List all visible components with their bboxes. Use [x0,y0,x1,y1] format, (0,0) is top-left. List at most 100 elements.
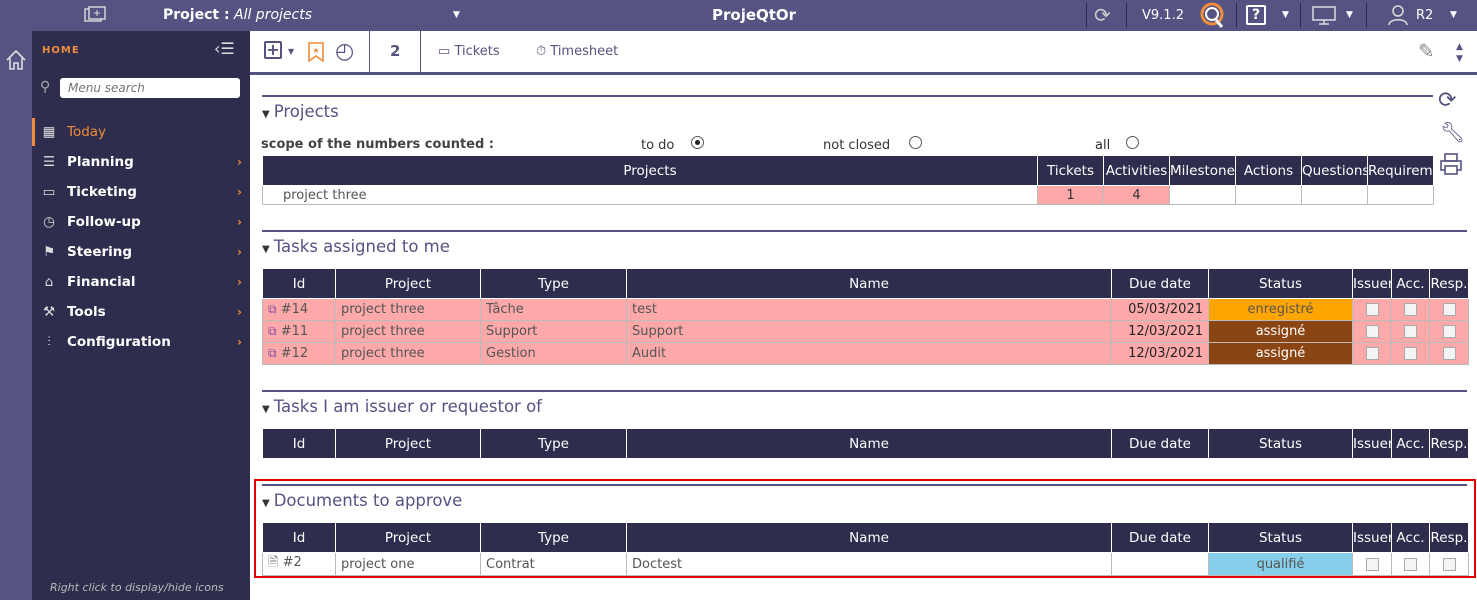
column-header[interactable]: Due date [1111,428,1209,459]
column-header[interactable]: Issuer [1352,522,1392,553]
column-header[interactable]: Milestones [1169,155,1236,186]
timesheet-link[interactable]: ⏱ Timesheet [536,31,618,72]
scope-option-not-closed[interactable]: not closed [823,136,922,153]
table-row[interactable]: ⧉ #11 project three Support Support 12/0… [262,320,1469,343]
sidebar-item-configuration[interactable]: ⫶ Configuration › [32,328,250,356]
column-header[interactable]: Acc. [1391,268,1430,299]
responsible-checkbox[interactable] [1429,342,1469,365]
sidebar-item-planning[interactable]: ☰ Planning › [32,148,250,176]
id-cell[interactable]: ⧉ #11 [262,320,336,343]
issuer-checkbox[interactable] [1352,298,1392,321]
scope-option-all[interactable]: all [1095,136,1139,153]
projects-section-header[interactable]: ▼ Projects [262,101,339,123]
wrench-icon[interactable]: 🔧︎ [1440,120,1465,144]
column-header[interactable]: Due date [1111,268,1209,299]
sliders-icon: ⫶ [47,334,51,350]
column-header[interactable]: Questions [1301,155,1368,186]
column-header[interactable]: Resp. [1429,522,1469,553]
history-icon[interactable]: ◴ [335,31,354,72]
column-header[interactable]: Status [1208,428,1353,459]
id-cell[interactable]: 🗎︎ #2 [262,552,336,576]
refresh-icon[interactable]: ⟳ [1438,88,1456,113]
id-cell[interactable]: ⧉ #14 [262,298,336,321]
responsible-checkbox[interactable] [1429,552,1469,576]
sidebar-item-financial[interactable]: ⌂ Financial › [32,268,250,296]
column-header[interactable]: Resp. [1429,428,1469,459]
column-header[interactable]: Activities [1103,155,1170,186]
home-icon[interactable] [4,48,28,76]
table-row[interactable]: 🗎︎ #2 project one Contrat Doctest qualif… [262,552,1469,576]
sidebar-item-tools[interactable]: ⚒ Tools › [32,298,250,326]
column-header[interactable]: Acc. [1391,522,1430,553]
column-header[interactable]: Name [626,268,1112,299]
calendar-icon: ▦ [42,124,56,140]
menu-search-input[interactable] [60,78,240,98]
column-header[interactable]: Id [262,522,336,553]
pencil-icon[interactable]: ✎ [1418,31,1435,72]
accountable-checkbox[interactable] [1391,552,1430,576]
column-header[interactable]: Name [626,428,1112,459]
tasks-issuer-section-header[interactable]: ▼ Tasks I am issuer or requestor of [262,396,542,418]
user-icon[interactable] [1388,0,1408,31]
column-header[interactable]: Id [262,428,336,459]
id-cell[interactable]: ⧉ #12 [262,342,336,365]
project-cell[interactable]: project three [262,185,1038,205]
table-row[interactable]: ⧉ #14 project three Tâche test 05/03/202… [262,298,1469,321]
column-header[interactable]: Projects [262,155,1038,186]
column-header[interactable]: Actions [1235,155,1302,186]
scroll-arrows-icon[interactable]: ▲ ▼ [1456,31,1463,72]
column-header[interactable]: Project [335,268,481,299]
accountable-checkbox[interactable] [1391,342,1430,365]
responsible-checkbox[interactable] [1429,298,1469,321]
column-header[interactable]: Due date [1111,522,1209,553]
sidebar-item-follow-up[interactable]: ◷ Follow-up › [32,208,250,236]
favorite-icon[interactable]: ★ [307,31,325,72]
table-row[interactable]: project three 1 4 [262,185,1434,205]
collapse-menu-icon[interactable]: ‹☰ [214,39,235,58]
add-chevron-icon[interactable]: ▼ [288,31,294,72]
monitor-icon[interactable] [1312,0,1336,31]
monitor-chevron-icon[interactable]: ▼ [1346,0,1353,31]
window-icon[interactable] [84,0,106,31]
column-header[interactable]: Type [480,522,627,553]
print-icon[interactable] [1439,152,1463,180]
accountable-checkbox[interactable] [1391,320,1430,343]
user-chevron-icon[interactable]: ▼ [1450,0,1457,31]
help-icon[interactable]: ? [1246,0,1266,31]
tasks-assigned-section-header[interactable]: ▼ Tasks assigned to me [262,236,450,258]
column-header[interactable]: Resp. [1429,268,1469,299]
column-header[interactable]: Acc. [1391,428,1430,459]
sidebar-item-today[interactable]: ▦ Today [32,118,250,146]
user-name[interactable]: R2 [1416,0,1433,31]
help-chevron-icon[interactable]: ▼ [1282,0,1289,31]
issuer-checkbox[interactable] [1352,552,1392,576]
column-header[interactable]: Project [335,522,481,553]
column-header[interactable]: Tickets [1037,155,1104,186]
column-header[interactable]: Type [480,268,627,299]
project-selector[interactable]: Project : All projects ▼ [163,0,463,31]
scope-option-todo[interactable]: to do [641,136,704,153]
table-row[interactable]: ⧉ #12 project three Gestion Audit 12/03/… [262,342,1469,365]
tickets-count-cell[interactable]: 1 [1037,185,1104,205]
sidebar-item-ticketing[interactable]: ▭ Ticketing › [32,178,250,206]
column-header[interactable]: Name [626,522,1112,553]
responsible-checkbox[interactable] [1429,320,1469,343]
column-header[interactable]: Status [1208,522,1353,553]
add-icon[interactable]: + [264,31,282,72]
column-header[interactable]: Requirements [1367,155,1434,186]
documents-section-header[interactable]: ▼ Documents to approve [262,490,462,512]
column-header[interactable]: Project [335,428,481,459]
activities-count-cell[interactable]: 4 [1103,185,1170,205]
tickets-link[interactable]: ▭ Tickets [438,31,500,72]
column-header[interactable]: Issuer [1352,268,1392,299]
column-header[interactable]: Type [480,428,627,459]
section-title: Projects [273,102,339,121]
issuer-checkbox[interactable] [1352,342,1392,365]
column-header[interactable]: Status [1208,268,1353,299]
sidebar-item-steering[interactable]: ⚑ Steering › [32,238,250,266]
column-header[interactable]: Issuer [1352,428,1392,459]
refresh-icon[interactable]: ⟳ [1094,0,1111,31]
issuer-checkbox[interactable] [1352,320,1392,343]
accountable-checkbox[interactable] [1391,298,1430,321]
column-header[interactable]: Id [262,268,336,299]
